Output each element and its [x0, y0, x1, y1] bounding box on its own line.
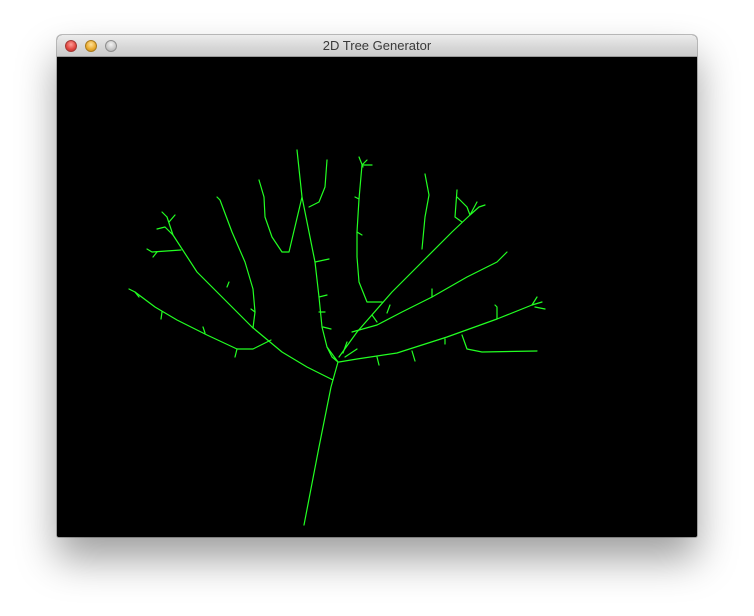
- twig: [494, 296, 546, 320]
- twig: [371, 288, 433, 323]
- window-title: 2D Tree Generator: [322, 38, 432, 53]
- branch-center-right: [308, 159, 328, 208]
- branch-left-main: [166, 216, 334, 381]
- branch-left-mid: [216, 196, 256, 329]
- tree-canvas[interactable]: [57, 57, 697, 537]
- branch-right-inner: [356, 159, 383, 303]
- tree-drawing: [128, 149, 546, 526]
- title-bar[interactable]: 2D Tree Generator: [57, 35, 697, 57]
- branch-right-mid: [421, 173, 430, 250]
- branch-center: [296, 149, 339, 363]
- app-window: 2D Tree Generator: [57, 35, 697, 537]
- twig: [461, 334, 538, 353]
- twig: [454, 189, 486, 223]
- twig: [376, 338, 446, 366]
- branch-center-left: [258, 179, 303, 253]
- twig: [314, 258, 332, 330]
- branch-left-lower: [128, 288, 272, 350]
- twig: [226, 281, 256, 313]
- twig: [146, 248, 182, 258]
- tree-trunk: [303, 361, 339, 526]
- branch-right-low: [338, 301, 543, 363]
